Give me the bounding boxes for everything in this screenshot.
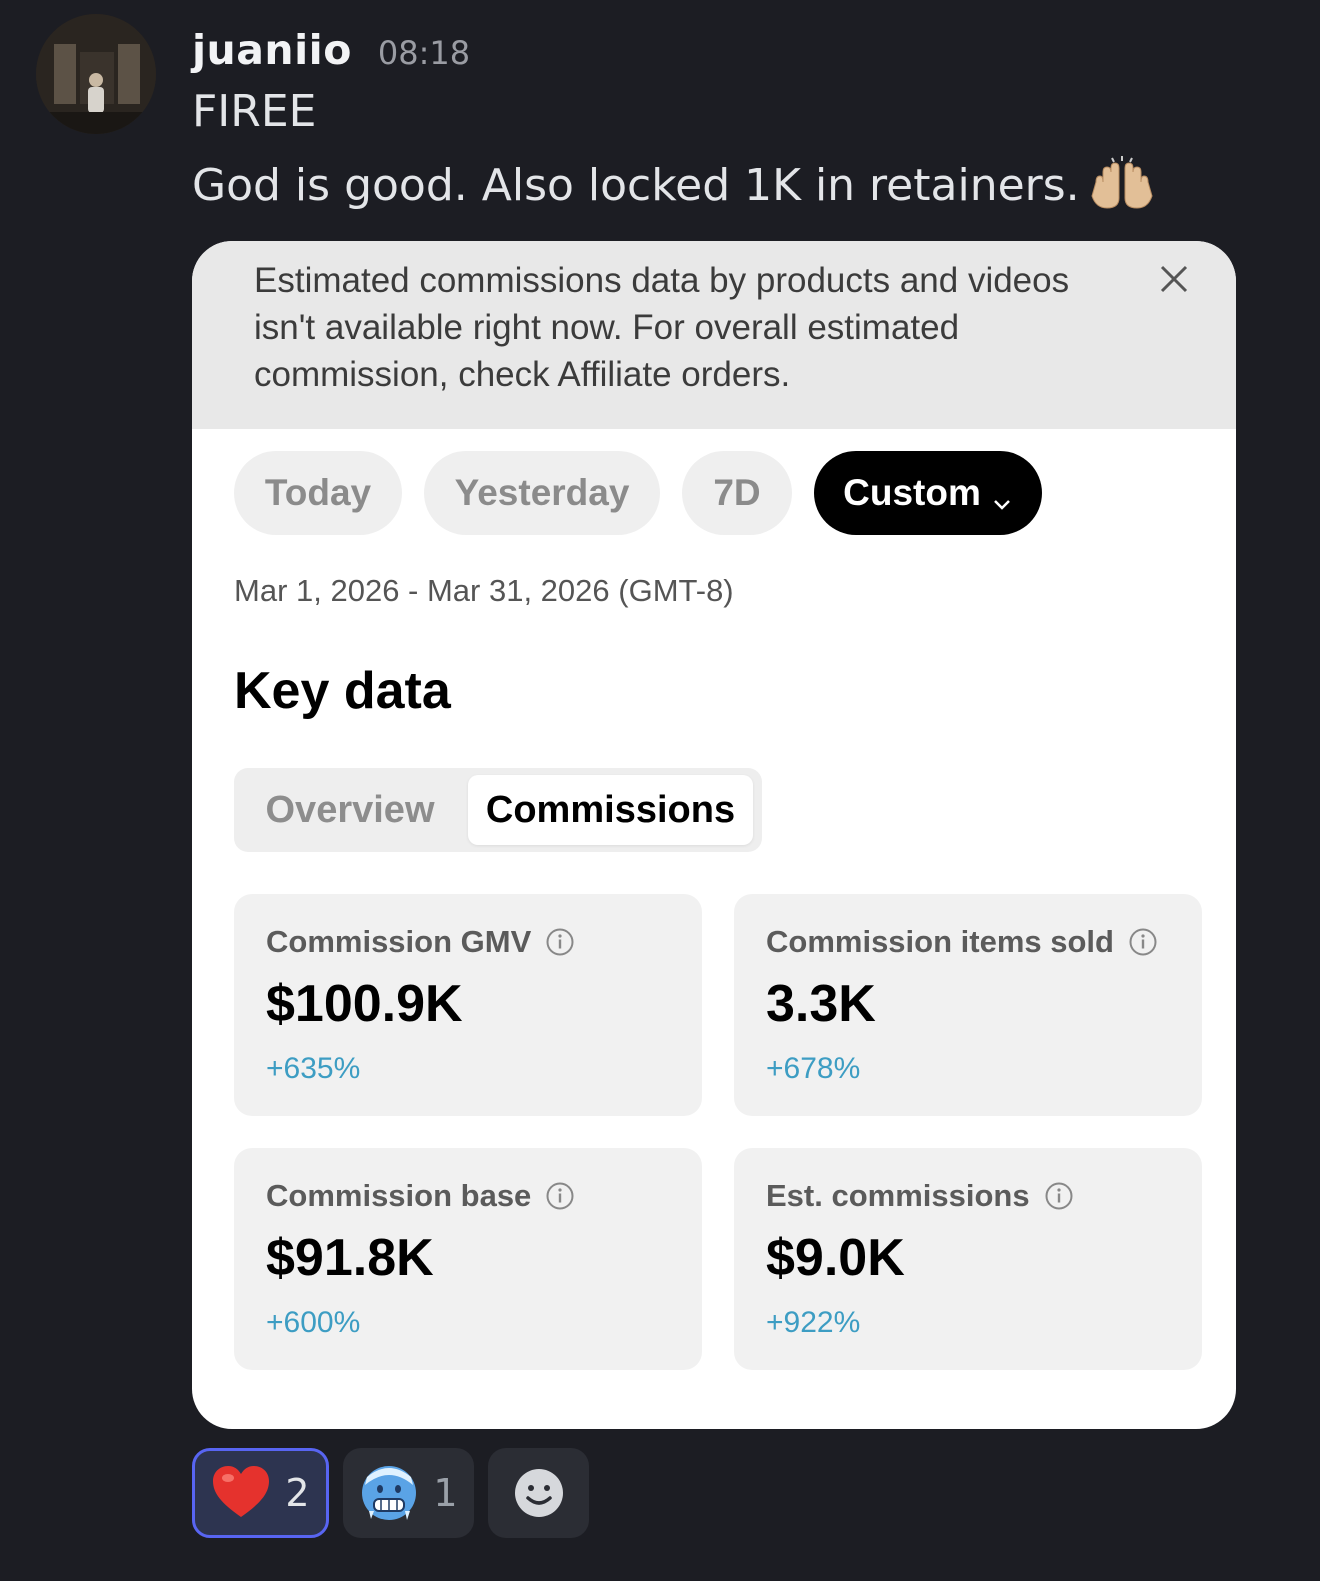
date-filter-chips: Today Yesterday 7D Custom bbox=[234, 451, 1042, 535]
chat-message: juaniio 08:18 FIREE God is good. Also lo… bbox=[0, 0, 1320, 1581]
add-reaction-icon bbox=[509, 1463, 569, 1523]
metric-value: 3.3K bbox=[766, 975, 876, 1033]
username[interactable]: juaniio bbox=[192, 26, 352, 74]
metric-change: +635% bbox=[266, 1052, 361, 1085]
reaction-cold-face-button[interactable]: 1 bbox=[343, 1448, 474, 1538]
tab-overview[interactable]: Overview bbox=[234, 775, 466, 845]
date-range-text: Mar 1, 2026 - Mar 31, 2026 (GMT-8) bbox=[234, 573, 734, 608]
info-icon[interactable] bbox=[545, 1181, 575, 1211]
info-icon[interactable] bbox=[545, 927, 575, 957]
metric-label: Est. commissions bbox=[766, 1178, 1074, 1214]
message-text: God is good. Also locked 1K in retainers… bbox=[192, 159, 1080, 211]
avatar-photo bbox=[36, 14, 156, 134]
notice-banner: Estimated commissions data by products a… bbox=[192, 241, 1236, 429]
metric-label-text: Commission base bbox=[266, 1178, 532, 1213]
add-reaction-button[interactable] bbox=[488, 1448, 589, 1538]
metric-change: +922% bbox=[766, 1306, 861, 1339]
message-text-line1: FIREE bbox=[192, 86, 317, 137]
metric-label: Commission GMV bbox=[266, 924, 575, 960]
metric-label-text: Commission items sold bbox=[766, 924, 1114, 959]
metric-value: $100.9K bbox=[266, 975, 463, 1033]
metric-value: $9.0K bbox=[766, 1229, 905, 1287]
filter-7d-button[interactable]: 7D bbox=[682, 451, 792, 535]
metric-change: +600% bbox=[266, 1306, 361, 1339]
metric-value: $91.8K bbox=[266, 1229, 434, 1287]
segmented-tabs: Overview Commissions bbox=[234, 768, 762, 852]
chevron-down-icon bbox=[991, 482, 1013, 510]
info-icon[interactable] bbox=[1044, 1181, 1074, 1211]
reaction-count: 2 bbox=[285, 1471, 310, 1515]
notice-text: Estimated commissions data by products a… bbox=[254, 261, 1070, 394]
metric-label-text: Commission GMV bbox=[266, 924, 532, 959]
metric-change: +678% bbox=[766, 1052, 861, 1085]
filter-custom-dropdown[interactable]: Custom bbox=[814, 451, 1042, 535]
filter-custom-label: Custom bbox=[843, 472, 981, 513]
raising-hands-emoji-icon bbox=[1090, 156, 1154, 214]
tab-commissions[interactable]: Commissions bbox=[468, 775, 753, 845]
info-icon[interactable] bbox=[1128, 927, 1158, 957]
metric-card-commission-items-sold[interactable]: Commission items sold 3.3K +678% bbox=[734, 894, 1202, 1116]
cold-face-emoji-icon bbox=[359, 1463, 419, 1523]
message-timestamp: 08:18 bbox=[377, 34, 471, 72]
filter-yesterday-button[interactable]: Yesterday bbox=[424, 451, 660, 535]
embedded-screenshot-card[interactable]: Estimated commissions data by products a… bbox=[192, 241, 1236, 1429]
metric-label-text: Est. commissions bbox=[766, 1178, 1030, 1213]
metric-label: Commission base bbox=[266, 1178, 575, 1214]
metric-card-commission-base[interactable]: Commission base $91.8K +600% bbox=[234, 1148, 702, 1370]
metric-card-commission-gmv[interactable]: Commission GMV $100.9K +635% bbox=[234, 894, 702, 1116]
close-icon[interactable] bbox=[1158, 263, 1190, 295]
metric-card-est-commissions[interactable]: Est. commissions $9.0K +922% bbox=[734, 1148, 1202, 1370]
message-text-line2: God is good. Also locked 1K in retainers… bbox=[192, 156, 1154, 214]
user-avatar[interactable] bbox=[36, 14, 156, 134]
reactions-bar: 2 1 bbox=[192, 1448, 589, 1538]
reaction-count: 1 bbox=[433, 1471, 458, 1515]
section-title: Key data bbox=[234, 662, 451, 720]
filter-today-button[interactable]: Today bbox=[234, 451, 402, 535]
red-heart-emoji-icon bbox=[211, 1463, 271, 1523]
metric-label: Commission items sold bbox=[766, 924, 1158, 960]
message-header: juaniio 08:18 bbox=[192, 26, 470, 74]
reaction-heart-button[interactable]: 2 bbox=[192, 1448, 329, 1538]
